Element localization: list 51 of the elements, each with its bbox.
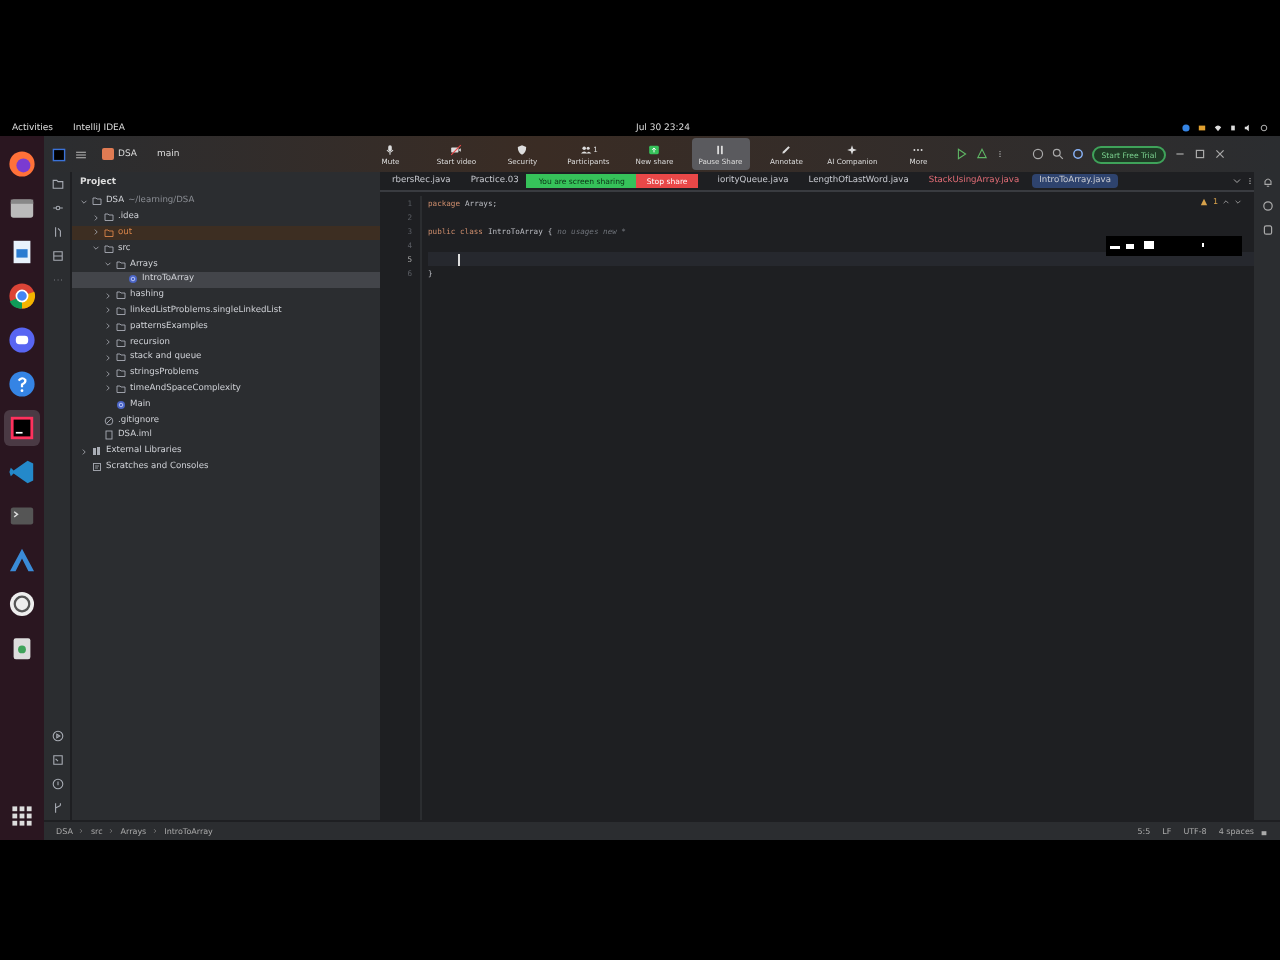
text-cursor xyxy=(458,253,460,265)
commit-icon[interactable] xyxy=(51,202,63,214)
share-arrow-icon xyxy=(648,143,661,155)
structure-icon[interactable] xyxy=(51,250,63,262)
microphone-icon xyxy=(384,143,397,155)
problems-icon[interactable] xyxy=(51,778,63,790)
chevron-icon[interactable] xyxy=(104,322,112,331)
pen-icon xyxy=(780,143,793,155)
library-icon xyxy=(92,446,102,457)
camera-off-icon xyxy=(450,143,463,155)
bug-icon[interactable] xyxy=(975,148,988,160)
git-icon[interactable] xyxy=(51,802,63,814)
popup-drawing xyxy=(1106,236,1242,256)
close-icon[interactable] xyxy=(1214,148,1227,160)
chevron-icon[interactable] xyxy=(104,306,112,315)
class-icon xyxy=(116,399,126,410)
ide-logo-icon[interactable] xyxy=(52,147,66,161)
minimize-icon[interactable] xyxy=(1174,148,1187,160)
app-grid-icon[interactable] xyxy=(10,804,34,828)
chevron-icon[interactable] xyxy=(104,384,112,393)
status-dot-icon xyxy=(1182,124,1190,132)
pause-icon xyxy=(714,143,727,155)
chevron-icon[interactable] xyxy=(104,291,112,300)
chevron-icon[interactable] xyxy=(104,369,112,378)
menu-icon[interactable] xyxy=(74,147,88,161)
volume-icon xyxy=(1244,124,1252,132)
battery-icon xyxy=(1230,124,1236,132)
lock-icon xyxy=(1260,827,1268,835)
search-icon[interactable] xyxy=(1051,148,1064,160)
ignore-file-icon xyxy=(104,415,114,426)
play-icon[interactable] xyxy=(955,148,968,160)
maximize-icon[interactable] xyxy=(1194,148,1207,160)
chevron-icon[interactable] xyxy=(92,228,100,237)
terminal-icon[interactable] xyxy=(51,754,63,766)
pull-request-icon[interactable] xyxy=(51,226,63,238)
chevron-icon[interactable] xyxy=(104,338,112,347)
folder-icon[interactable] xyxy=(51,178,63,190)
scratch-icon xyxy=(92,461,102,472)
wifi-icon xyxy=(1214,124,1222,132)
run-icon[interactable] xyxy=(51,730,63,742)
shield-icon xyxy=(516,143,529,155)
file-icon xyxy=(104,430,114,441)
bell-icon[interactable] xyxy=(1261,176,1273,188)
chevron-icon[interactable] xyxy=(80,447,88,456)
chevron-icon[interactable] xyxy=(92,213,100,222)
sparkle-icon xyxy=(846,143,859,155)
warning-icon xyxy=(1200,197,1209,205)
chevron-icon[interactable] xyxy=(104,353,112,362)
people-icon xyxy=(579,143,592,155)
chevron-icon[interactable] xyxy=(1232,176,1242,186)
class-icon xyxy=(128,274,138,285)
